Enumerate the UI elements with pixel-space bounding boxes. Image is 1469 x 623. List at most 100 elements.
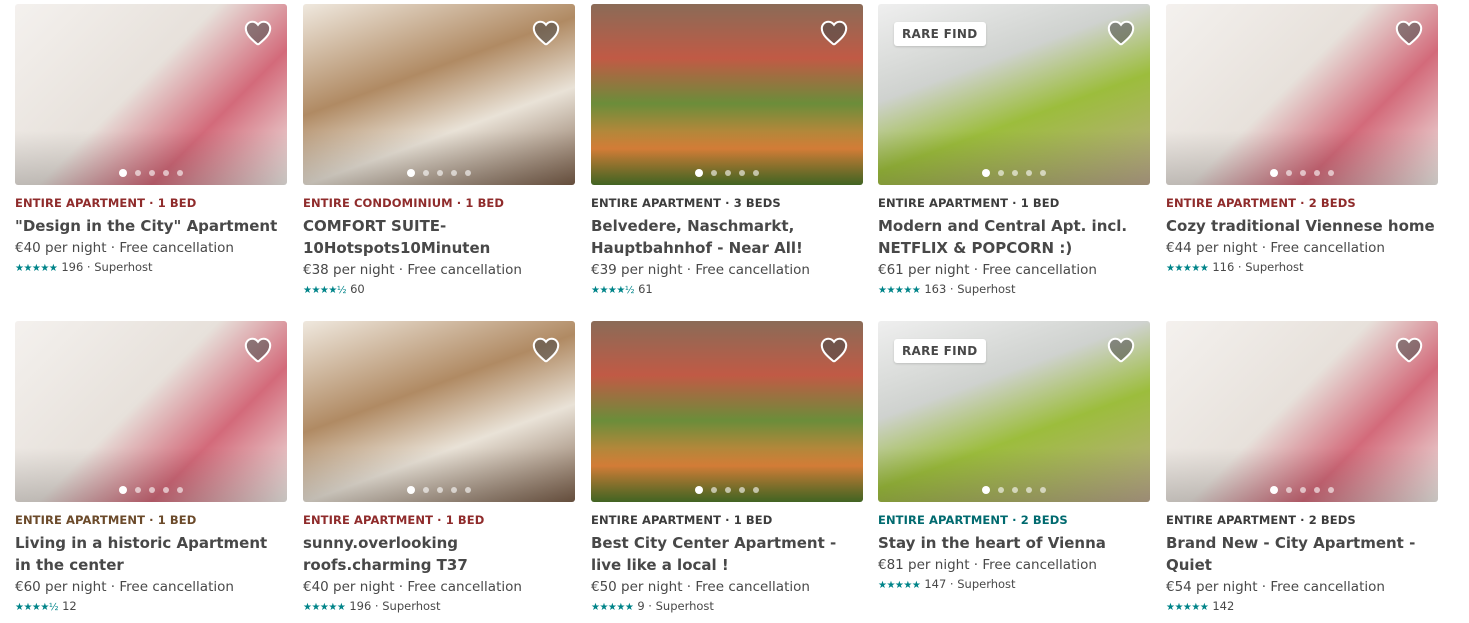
listing-card[interactable]: ENTIRE APARTMENT · 3 BEDS Belvedere, Nasc… [591, 4, 863, 298]
photo-pagination[interactable] [15, 486, 287, 494]
pagination-dot[interactable] [695, 169, 703, 177]
listing-title[interactable]: Modern and Central Apt. incl. NETFLIX & … [878, 215, 1150, 259]
listing-photo[interactable] [591, 4, 863, 185]
heart-icon[interactable] [243, 335, 273, 365]
listing-photo[interactable] [15, 4, 287, 185]
pagination-dot[interactable] [1314, 170, 1320, 176]
listing-photo[interactable] [591, 321, 863, 502]
photo-pagination[interactable] [878, 486, 1150, 494]
pagination-dot[interactable] [725, 487, 731, 493]
pagination-dot[interactable] [465, 487, 471, 493]
pagination-dot[interactable] [1040, 170, 1046, 176]
pagination-dot[interactable] [437, 487, 443, 493]
pagination-dot[interactable] [423, 487, 429, 493]
pagination-dot[interactable] [725, 170, 731, 176]
pagination-dot[interactable] [982, 169, 990, 177]
listing-title[interactable]: "Design in the City" Apartment [15, 215, 287, 237]
photo-pagination[interactable] [591, 169, 863, 177]
photo-pagination[interactable] [1166, 169, 1438, 177]
pagination-dot[interactable] [1012, 170, 1018, 176]
listing-photo[interactable] [1166, 4, 1438, 185]
pagination-dot[interactable] [1328, 170, 1334, 176]
pagination-dot[interactable] [119, 486, 127, 494]
heart-icon[interactable] [531, 335, 561, 365]
pagination-dot[interactable] [149, 170, 155, 176]
pagination-dot[interactable] [998, 487, 1004, 493]
pagination-dot[interactable] [1314, 487, 1320, 493]
listing-photo[interactable]: RARE FIND [878, 4, 1150, 185]
pagination-dot[interactable] [465, 170, 471, 176]
heart-icon[interactable] [1394, 18, 1424, 48]
pagination-dot[interactable] [437, 170, 443, 176]
heart-icon[interactable] [819, 335, 849, 365]
pagination-dot[interactable] [1270, 169, 1278, 177]
photo-pagination[interactable] [303, 169, 575, 177]
listing-title[interactable]: Belvedere, Naschmarkt, Hauptbahnhof - Ne… [591, 215, 863, 259]
pagination-dot[interactable] [135, 170, 141, 176]
listing-card[interactable]: ENTIRE CONDOMINIUM · 1 BED COMFORT SUITE-… [303, 4, 575, 298]
pagination-dot[interactable] [1270, 486, 1278, 494]
pagination-dot[interactable] [1040, 487, 1046, 493]
listing-card[interactable]: ENTIRE APARTMENT · 1 BED sunny.overlookin… [303, 321, 575, 615]
pagination-dot[interactable] [998, 170, 1004, 176]
pagination-dot[interactable] [163, 170, 169, 176]
photo-pagination[interactable] [591, 486, 863, 494]
listing-card[interactable]: ENTIRE APARTMENT · 2 BEDS Cozy traditiona… [1166, 4, 1438, 276]
heart-icon[interactable] [1394, 335, 1424, 365]
listing-card[interactable]: ENTIRE APARTMENT · 1 BED Living in a hist… [15, 321, 287, 615]
listing-title[interactable]: Stay in the heart of Vienna [878, 532, 1150, 554]
pagination-dot[interactable] [711, 170, 717, 176]
listing-title[interactable]: Brand New - City Apartment - Quiet [1166, 532, 1438, 576]
listing-card[interactable]: ENTIRE APARTMENT · 1 BED "Design in the C… [15, 4, 287, 276]
pagination-dot[interactable] [1026, 487, 1032, 493]
listing-photo[interactable]: RARE FIND [878, 321, 1150, 502]
listing-card[interactable]: ENTIRE APARTMENT · 1 BED Best City Center… [591, 321, 863, 615]
listing-photo[interactable] [303, 321, 575, 502]
pagination-dot[interactable] [739, 487, 745, 493]
pagination-dot[interactable] [423, 170, 429, 176]
pagination-dot[interactable] [407, 486, 415, 494]
heart-icon[interactable] [1106, 335, 1136, 365]
pagination-dot[interactable] [451, 170, 457, 176]
pagination-dot[interactable] [451, 487, 457, 493]
pagination-dot[interactable] [177, 487, 183, 493]
pagination-dot[interactable] [177, 170, 183, 176]
pagination-dot[interactable] [149, 487, 155, 493]
pagination-dot[interactable] [1300, 170, 1306, 176]
pagination-dot[interactable] [163, 487, 169, 493]
listing-photo[interactable] [303, 4, 575, 185]
heart-icon[interactable] [819, 18, 849, 48]
photo-pagination[interactable] [1166, 486, 1438, 494]
pagination-dot[interactable] [135, 487, 141, 493]
pagination-dot[interactable] [982, 486, 990, 494]
pagination-dot[interactable] [753, 170, 759, 176]
pagination-dot[interactable] [407, 169, 415, 177]
photo-pagination[interactable] [878, 169, 1150, 177]
pagination-dot[interactable] [711, 487, 717, 493]
listing-photo[interactable] [15, 321, 287, 502]
pagination-dot[interactable] [695, 486, 703, 494]
pagination-dot[interactable] [1026, 170, 1032, 176]
listing-title[interactable]: Living in a historic Apartment in the ce… [15, 532, 287, 576]
pagination-dot[interactable] [1286, 170, 1292, 176]
listing-photo[interactable] [1166, 321, 1438, 502]
heart-icon[interactable] [531, 18, 561, 48]
pagination-dot[interactable] [119, 169, 127, 177]
pagination-dot[interactable] [1286, 487, 1292, 493]
photo-pagination[interactable] [303, 486, 575, 494]
listing-title[interactable]: Best City Center Apartment - live like a… [591, 532, 863, 576]
listing-title[interactable]: Cozy traditional Viennese home [1166, 215, 1438, 237]
heart-icon[interactable] [1106, 18, 1136, 48]
listing-card[interactable]: ENTIRE APARTMENT · 2 BEDS Brand New - Cit… [1166, 321, 1438, 615]
listing-title[interactable]: COMFORT SUITE-10Hotspots10Minuten [303, 215, 575, 259]
pagination-dot[interactable] [739, 170, 745, 176]
photo-pagination[interactable] [15, 169, 287, 177]
heart-icon[interactable] [243, 18, 273, 48]
pagination-dot[interactable] [753, 487, 759, 493]
pagination-dot[interactable] [1328, 487, 1334, 493]
listing-card[interactable]: RARE FIND ENTIRE APARTMENT · 1 BED Modern … [878, 4, 1150, 298]
pagination-dot[interactable] [1300, 487, 1306, 493]
pagination-dot[interactable] [1012, 487, 1018, 493]
listing-title[interactable]: sunny.overlooking roofs.charming T37 [303, 532, 575, 576]
listing-card[interactable]: RARE FIND ENTIRE APARTMENT · 2 BEDS Stay i… [878, 321, 1150, 593]
